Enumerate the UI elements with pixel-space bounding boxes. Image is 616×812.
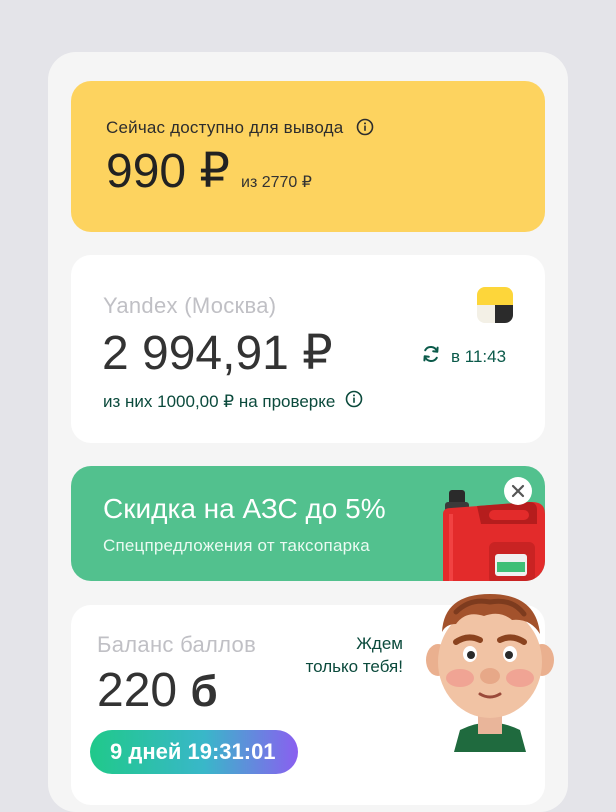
- account-name: Yandex (Москва): [103, 293, 277, 318]
- promo-banner[interactable]: Скидка на АЗС до 5% Спецпредложения от т…: [71, 466, 545, 581]
- withdraw-label-row: Сейчас доступно для вывода: [106, 118, 374, 141]
- info-icon[interactable]: [356, 118, 374, 141]
- points-amount: 220: [97, 664, 178, 717]
- sync-status[interactable]: в 11:43: [421, 344, 506, 369]
- pending-row: из них 1000,00 ₽ на проверке: [103, 390, 363, 413]
- sync-time: в 11:43: [451, 346, 507, 366]
- refresh-icon[interactable]: [421, 344, 441, 369]
- timer-button[interactable]: 9 дней 19:31:01: [90, 730, 298, 774]
- character-illustration: [426, 594, 554, 752]
- withdraw-amount: 990 ₽: [106, 145, 230, 198]
- withdraw-label: Сейчас доступно для вывода: [106, 118, 344, 137]
- balance-amount: 2 994,91 ₽: [102, 327, 333, 380]
- promo-title: Скидка на АЗС до 5%: [103, 493, 386, 524]
- points-label: Баланс баллов: [97, 632, 257, 657]
- pending-amount: из них 1000,00 ₽ на проверке: [103, 391, 336, 411]
- withdraw-total: из 2770 ₽: [241, 174, 312, 191]
- points-currency-glyph: б: [190, 667, 218, 716]
- info-icon[interactable]: [345, 390, 363, 413]
- balance-card[interactable]: Yandex (Москва) 2 994,91 ₽ в 11:43 из ни…: [71, 255, 545, 443]
- yandex-logo: [477, 287, 513, 323]
- points-message: Ждем только тебя!: [305, 634, 403, 676]
- close-icon[interactable]: [511, 484, 525, 498]
- points-amount-row: 220 б: [97, 663, 218, 718]
- close-button[interactable]: [504, 477, 532, 505]
- promo-subtitle: Спецпредложения от таксопарка: [103, 536, 370, 555]
- withdraw-card[interactable]: Сейчас доступно для вывода 990 ₽ из 2770…: [71, 81, 545, 232]
